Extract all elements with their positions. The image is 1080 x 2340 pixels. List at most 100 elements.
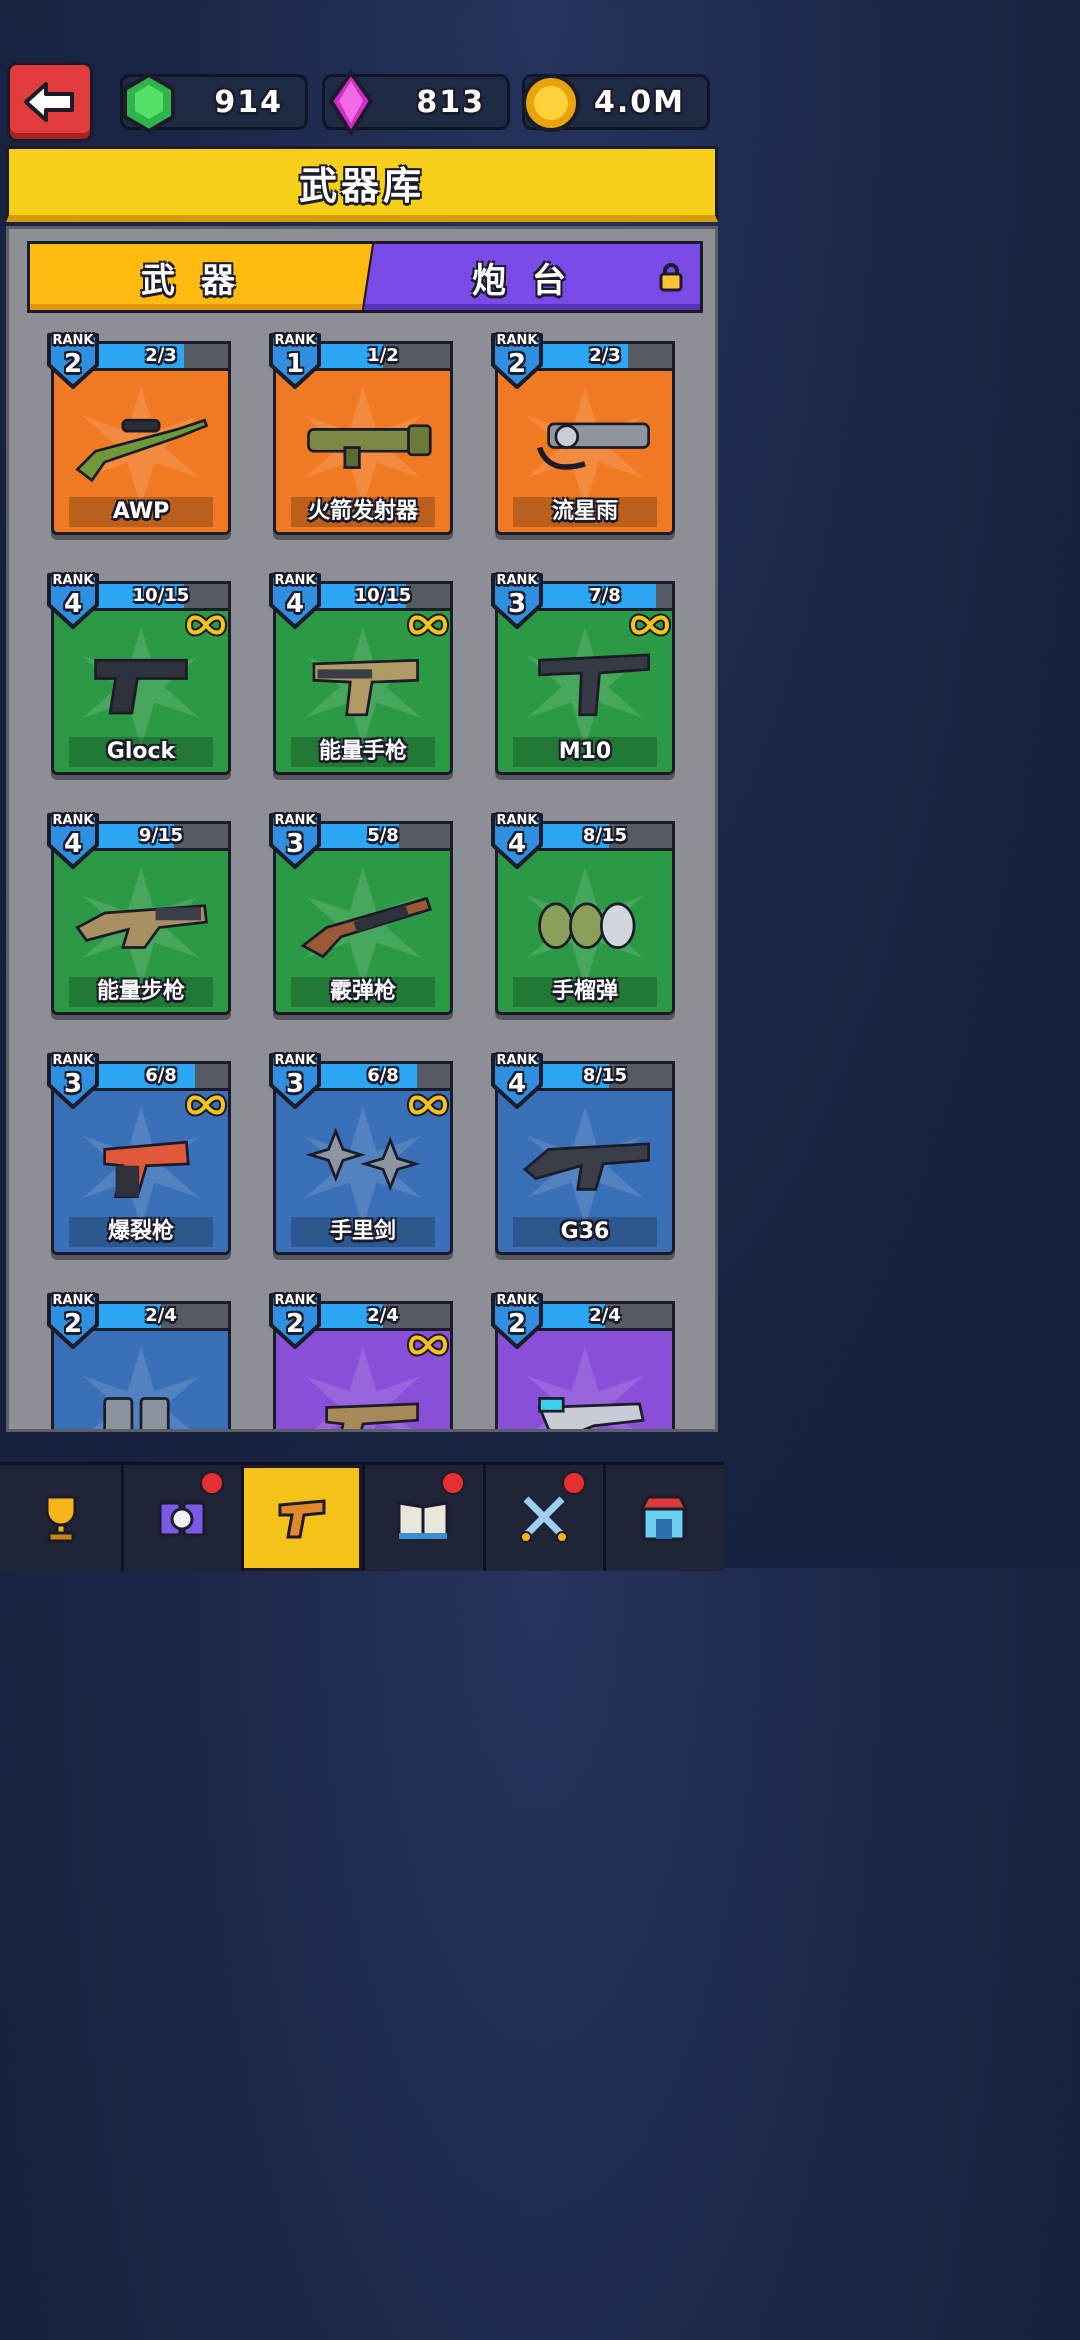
tab-weapons[interactable]: 武器	[30, 244, 372, 310]
progress-bar: 6/8	[91, 1061, 231, 1091]
progress-bar: 8/15	[535, 821, 675, 851]
rank-label: RANK	[52, 333, 94, 348]
nav-divider	[362, 1465, 365, 1571]
progress-text: 2/4	[367, 1305, 399, 1326]
weapon-card[interactable]: 8/15 RANK 4 G36	[489, 1045, 675, 1263]
lock-icon	[659, 263, 683, 292]
weapon-name: 霰弹枪	[291, 977, 435, 1007]
emerald-value: 914	[214, 84, 283, 120]
weapon-name: 手榴弹	[513, 977, 657, 1007]
progress-text: 8/15	[582, 825, 628, 846]
rank-number: 3	[63, 1069, 83, 1099]
crystal-value: 813	[416, 84, 485, 120]
smg-icon	[538, 653, 650, 717]
weapon-name: Glock	[69, 737, 213, 767]
weapon-card[interactable]: 2/4 RANK 2	[45, 1285, 231, 1429]
pistol-icon	[278, 1499, 325, 1539]
progress-bar: 2/4	[535, 1301, 675, 1331]
rank-label: RANK	[496, 573, 538, 588]
weapon-card[interactable]: 10/15 RANK 4 能量手枪	[267, 565, 453, 783]
weapon-name: 火箭发射器	[291, 497, 435, 527]
bottom-nav	[0, 1462, 724, 1571]
weapon-card[interactable]: 2/3 RANK 2 AWP	[45, 325, 231, 543]
weapon-card[interactable]: 9/15 RANK 4 能量步枪	[45, 805, 231, 1023]
weapon-card[interactable]: 6/8 RANK 3 手里剑	[267, 1045, 453, 1263]
rank-number: 4	[63, 589, 83, 619]
weapon-card[interactable]: 2/4 RANK 2	[489, 1285, 675, 1429]
page-title-bar: 武器库	[6, 146, 718, 222]
progress-text: 2/3	[589, 345, 621, 366]
nav-divider	[121, 1465, 124, 1571]
notification-dot	[200, 1471, 224, 1495]
rank-number: 3	[285, 829, 305, 859]
nav-armory[interactable]	[241, 1465, 362, 1571]
progress-bar: 10/15	[91, 581, 231, 611]
nav-divider	[483, 1465, 486, 1571]
rank-number: 2	[63, 349, 83, 379]
green-gem-icon	[123, 72, 175, 134]
rank-number: 4	[507, 829, 527, 859]
weapon-card[interactable]: 6/8 RANK 3 爆裂枪	[45, 1045, 231, 1263]
rank-label: RANK	[496, 333, 538, 348]
tab-bar: 武器 炮台	[27, 241, 703, 313]
infinity-icon	[185, 1093, 227, 1117]
infinity-icon	[407, 613, 449, 637]
emerald-counter: 914	[120, 72, 308, 134]
nav-battle[interactable]	[483, 1465, 604, 1571]
progress-text: 6/8	[367, 1065, 399, 1086]
minigun-icon	[536, 422, 650, 470]
page-title: 武器库	[298, 163, 425, 208]
flare-gun-icon	[103, 1140, 190, 1198]
rank-number: 1	[285, 349, 305, 379]
infinity-icon	[629, 613, 671, 637]
weapon-card[interactable]: 1/2 RANK 1 火箭发射器	[267, 325, 453, 543]
rank-number: 2	[507, 1309, 527, 1339]
nav-characters[interactable]	[121, 1465, 242, 1571]
weapon-name: 爆裂枪	[69, 1217, 213, 1247]
progress-text: 8/15	[582, 1065, 628, 1086]
coin-value: 4.0M	[594, 84, 685, 120]
weapon-name: 手里剑	[291, 1217, 435, 1247]
weapon-name: 能量步枪	[69, 977, 213, 1007]
weapon-name: 能量手枪	[291, 737, 435, 767]
revolver-icon	[325, 1402, 419, 1429]
progress-bar: 2/4	[91, 1301, 231, 1331]
infinity-icon	[407, 1333, 449, 1357]
shuriken-icon	[305, 1127, 421, 1192]
weapon-card[interactable]: 7/8 RANK 3 M10	[489, 565, 675, 783]
pistol-icon	[94, 658, 188, 715]
progress-text: 10/15	[354, 585, 412, 606]
weapon-card[interactable]: 5/8 RANK 3 霰弹枪	[267, 805, 453, 1023]
progress-bar: 6/8	[313, 1061, 453, 1091]
shop-icon	[639, 1495, 688, 1541]
progress-bar: 1/2	[313, 341, 453, 371]
nav-codex[interactable]	[362, 1465, 483, 1571]
weapon-card[interactable]: 2/4 RANK 2	[267, 1285, 453, 1429]
progress-bar: 7/8	[535, 581, 675, 611]
book-icon	[397, 1501, 448, 1541]
tab-turrets[interactable]: 炮台	[364, 244, 700, 310]
progress-bar: 2/4	[313, 1301, 453, 1331]
nav-shop[interactable]	[603, 1465, 724, 1571]
progress-text: 9/15	[138, 825, 184, 846]
weapon-card[interactable]: 2/3 RANK 2 流星雨	[489, 325, 675, 543]
progress-bar: 2/3	[535, 341, 675, 371]
characters-icon	[158, 1501, 205, 1537]
rank-number: 4	[63, 829, 83, 859]
crystal-counter: 813	[322, 71, 510, 135]
pink-crystal-icon	[328, 71, 374, 135]
progress-text: 2/4	[589, 1305, 621, 1326]
weapon-card[interactable]: 10/15 RANK 4 Glock	[45, 565, 231, 783]
rank-label: RANK	[52, 1053, 94, 1068]
rank-label: RANK	[52, 1293, 94, 1308]
progress-bar: 8/15	[535, 1061, 675, 1091]
back-arrow-icon	[24, 82, 74, 122]
rank-number: 3	[507, 589, 527, 619]
nav-trophy[interactable]	[0, 1465, 121, 1571]
weapon-card[interactable]: 8/15 RANK 4 手榴弹	[489, 805, 675, 1023]
progress-bar: 9/15	[91, 821, 231, 851]
notification-dot	[441, 1471, 465, 1495]
nav-divider	[603, 1465, 606, 1571]
rank-label: RANK	[496, 813, 538, 828]
back-button[interactable]	[7, 62, 93, 142]
